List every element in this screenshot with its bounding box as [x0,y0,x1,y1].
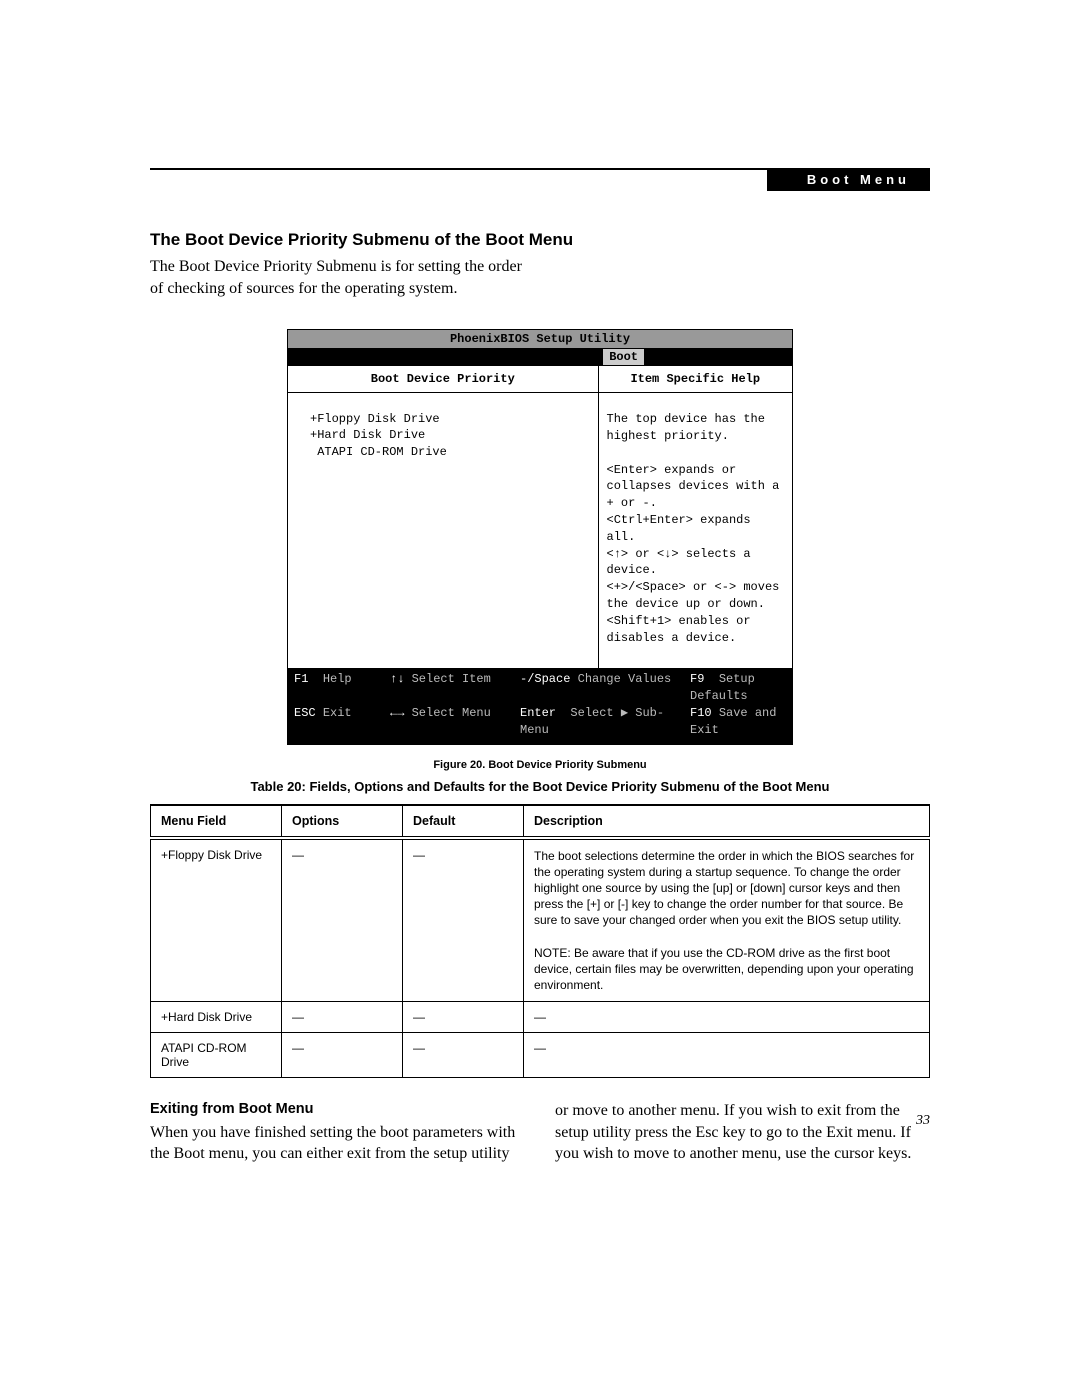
bios-tab-bar: Boot [288,349,792,365]
bios-title: PhoenixBIOS Setup Utility [288,330,792,349]
section-heading: The Boot Device Priority Submenu of the … [150,230,930,250]
foot-key: ←→ [390,706,404,720]
col-menu-field: Menu Field [151,805,282,838]
foot-key: ESC [294,706,316,720]
help-line: The top device has the highest priority. [607,411,784,445]
help-line: <Enter> expands or collapses devices wit… [607,462,784,512]
bios-device: ATAPI CD-ROM Drive [310,445,447,459]
page: Boot Menu The Boot Device Priority Subme… [0,0,1080,1397]
help-line: <Ctrl+Enter> expands all. [607,512,784,546]
exit-section: Exiting from Boot Menu When you have fin… [150,1100,930,1165]
table-row: +Hard Disk Drive — — — [151,1002,930,1033]
foot-label: Select Item [412,672,491,686]
bios-right-heading: Item Specific Help [599,365,792,393]
desc-para: NOTE: Be aware that if you use the CD-RO… [534,945,919,994]
foot-label: Select Menu [412,706,491,720]
cell-description: — [524,1002,930,1033]
cell-field: +Floppy Disk Drive [151,838,282,1002]
cell-default: — [403,838,524,1002]
running-header: Boot Menu [767,168,930,191]
cell-default: — [403,1002,524,1033]
foot-key: -/Space [520,672,570,686]
bios-window: PhoenixBIOS Setup Utility Boot Boot Devi… [287,329,793,744]
page-number: 33 [916,1113,930,1129]
bios-help-text: The top device has the highest priority.… [599,393,792,668]
exit-heading: Exiting from Boot Menu [150,1100,525,1120]
table-row: +Floppy Disk Drive — — The boot selectio… [151,838,930,1002]
cell-options: — [282,1033,403,1078]
foot-key: F10 [690,706,712,720]
help-line: <↑> or <↓> selects a device. [607,546,784,580]
cell-options: — [282,1002,403,1033]
cell-options: — [282,838,403,1002]
fields-table: Menu Field Options Default Description +… [150,804,930,1079]
col-description: Description [524,805,930,838]
bios-left-panel: Boot Device Priority +Floppy Disk Drive … [288,365,599,668]
figure-caption: Figure 20. Boot Device Priority Submenu [150,759,930,771]
table-caption: Table 20: Fields, Options and Defaults f… [150,779,930,794]
col-options: Options [282,805,403,838]
cell-description: The boot selections determine the order … [524,838,930,1002]
desc-para: The boot selections determine the order … [534,848,919,929]
cell-description: — [524,1033,930,1078]
help-line: <+>/<Space> or <-> moves the device up o… [607,579,784,613]
foot-key: ↑↓ [390,672,404,686]
foot-label: Exit [323,706,352,720]
bios-device: +Floppy Disk Drive [310,412,440,426]
foot-label: Change Values [578,672,672,686]
foot-key: Enter [520,706,556,720]
col-default: Default [403,805,524,838]
cell-field: +Hard Disk Drive [151,1002,282,1033]
bios-footer: F1 Help ↑↓ Select Item -/Space Change Va… [288,668,792,743]
foot-key: F1 [294,672,308,686]
cell-default: — [403,1033,524,1078]
foot-label: Help [323,672,352,686]
cell-field: ATAPI CD-ROM Drive [151,1033,282,1078]
table-row: ATAPI CD-ROM Drive — — — [151,1033,930,1078]
section-intro: The Boot Device Priority Submenu is for … [150,256,530,299]
foot-key: F9 [690,672,704,686]
bios-device: +Hard Disk Drive [310,428,425,442]
bios-left-heading: Boot Device Priority [288,365,598,393]
help-line: <Shift+1> enables or disables a device. [607,613,784,647]
bios-tab-active: Boot [603,349,644,365]
bios-device-list: +Floppy Disk Drive +Hard Disk Drive ATAP… [288,393,598,620]
bios-right-panel: Item Specific Help The top device has th… [599,365,792,668]
